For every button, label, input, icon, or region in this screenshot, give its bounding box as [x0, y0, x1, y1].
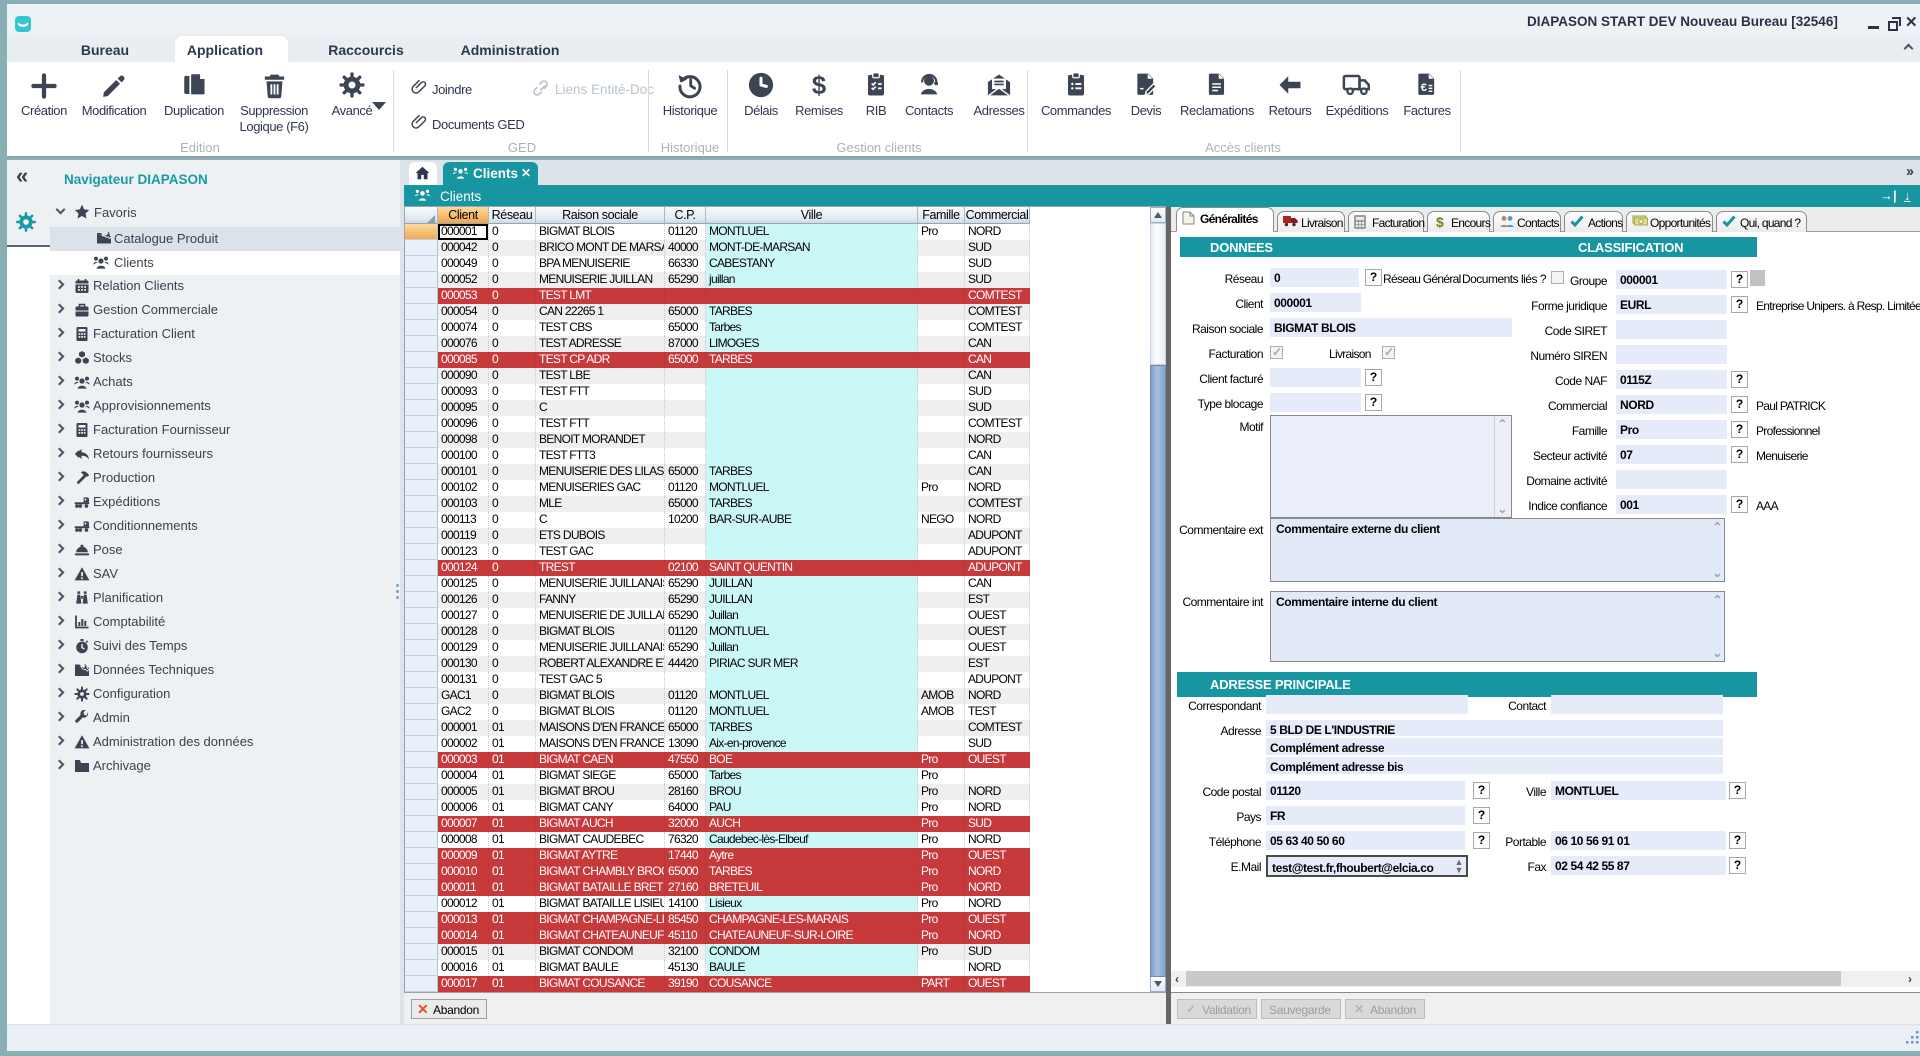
svg-text:$: $ [1436, 215, 1444, 229]
svg-text:$: $ [812, 72, 826, 99]
svg-text:€: € [1421, 82, 1428, 94]
